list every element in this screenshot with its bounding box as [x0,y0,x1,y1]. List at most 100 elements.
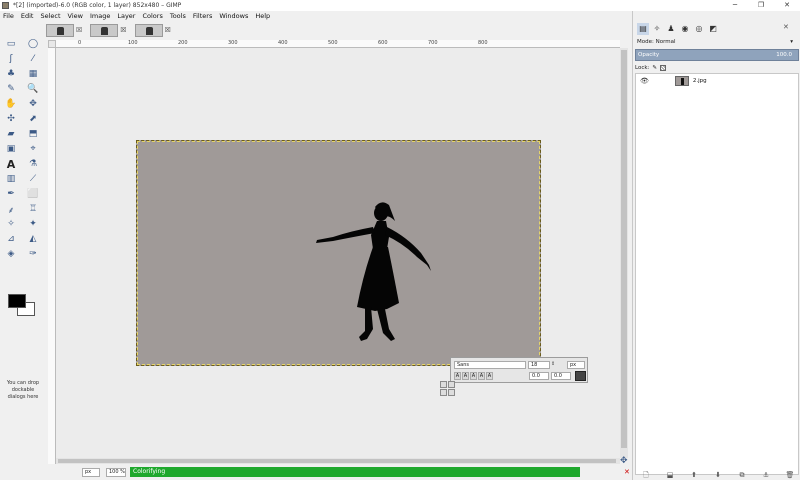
font-size-field[interactable]: 18 [528,361,550,369]
ruler-corner[interactable] [48,40,56,48]
flip-tool-icon[interactable]: ⌖ [26,143,40,155]
bold-button[interactable]: A [454,372,461,380]
vertical-scrollbar[interactable] [620,48,628,458]
move-tool-icon[interactable]: ✥ [26,98,40,110]
ruler-tick-label: 600 [378,40,388,46]
close-window-button[interactable]: ✕ [774,0,800,11]
image-tab-3[interactable] [134,23,163,37]
tool-options-tab-icon[interactable]: ✧ [651,23,663,35]
paths-tool-icon[interactable]: ✎ [4,83,18,95]
text-tool-icon[interactable]: A [4,158,18,171]
delete-layer-icon[interactable]: 🗑 [781,471,799,480]
raise-layer-icon[interactable]: ⬆ [685,471,703,480]
visibility-eye-icon[interactable]: 👁 [640,77,649,85]
horizontal-scrollbar[interactable] [56,458,620,464]
brushes-tab-icon[interactable]: ◉ [679,23,691,35]
channels-tab-icon[interactable]: ◩ [707,23,719,35]
duplicate-layer-icon[interactable]: ⧉ [733,471,751,480]
tab-close-icon[interactable]: ☒ [76,26,82,34]
image-tab-1[interactable] [46,23,74,37]
airbrush-tool-icon[interactable]: ⸙ [4,203,18,216]
rect-select-tool-icon[interactable]: ▭ [4,38,18,50]
measure-tool-icon[interactable]: ✋ [4,98,18,110]
layer-name[interactable]: 2.jpg [693,78,707,84]
paintbrush-tool-icon[interactable]: ✒ [4,188,18,200]
menu-edit[interactable]: Edit [21,12,34,20]
lock-alpha-icon[interactable] [660,64,667,71]
lower-layer-icon[interactable]: ⬇ [709,471,727,480]
vertical-ruler[interactable] [48,48,56,464]
italic-button[interactable]: A [462,372,469,380]
menu-windows[interactable]: Windows [219,12,248,20]
layers-dock: ▤ ✧ ♟ ◉ ◎ ◩ ✕ Mode: Normal ▾ Opacity 100… [632,11,800,480]
menu-filters[interactable]: Filters [193,12,212,20]
align-tool-icon[interactable]: ✣ [4,113,18,125]
image-tab-2[interactable] [90,23,119,37]
kerning-field[interactable]: 0.0 [551,372,571,380]
color-picker-tool-icon[interactable]: ✑ [26,248,40,260]
clone-tool-icon[interactable]: ✧ [4,218,18,230]
bucket-fill-tool-icon[interactable]: ⚗ [26,158,40,170]
menu-file[interactable]: File [3,12,14,20]
menu-help[interactable]: Help [255,12,270,20]
blur-tool-icon[interactable]: ⊿ [4,233,18,245]
gradient-tool-icon[interactable]: ▥ [4,173,18,185]
dodge-tool-icon[interactable]: ◈ [4,248,18,260]
menu-view[interactable]: View [68,12,83,20]
scissors-tool-icon[interactable]: ▦ [26,68,40,80]
size-spinner-icon[interactable]: ⇕ [551,361,565,369]
layer-row[interactable]: 👁 2.jpg [636,75,798,87]
tab-close-icon[interactable]: ☒ [165,26,171,34]
image-canvas[interactable] [136,140,541,366]
maximize-button[interactable]: ❐ [748,0,774,11]
horizontal-ruler[interactable]: 0 100 200 300 400 500 600 700 800 [56,40,620,48]
lock-pixels-icon[interactable]: ✎ [652,65,657,71]
close-dock-icon[interactable]: ✕ [783,23,789,31]
tab-close-icon[interactable]: ☒ [120,26,126,34]
navigate-icon[interactable]: ✥ [620,456,628,466]
scroll-thumb[interactable] [58,459,616,463]
eraser-tool-icon[interactable]: ⬜ [26,188,40,200]
fuzzy-select-tool-icon[interactable]: ⁄ [26,53,40,65]
layers-tab-icon[interactable]: ▤ [637,23,649,35]
underline-button[interactable]: A [470,372,477,380]
ellipse-select-tool-icon[interactable]: ◯ [26,38,40,50]
text-color-swatch[interactable] [575,371,586,381]
unit-select[interactable]: px [82,467,100,477]
scale-tool-icon[interactable]: ⬒ [26,128,40,140]
color-select-tool-icon[interactable]: ♣ [4,68,18,80]
menu-colors[interactable]: Colors [142,12,162,20]
strikethrough-button[interactable]: A [478,372,485,380]
new-layer-icon[interactable]: 🗋 [637,471,655,480]
baseline-field[interactable]: 0.0 [529,372,549,380]
font-unit-select[interactable]: px [567,361,585,369]
new-layer-group-icon[interactable]: ⬓ [661,471,679,480]
foreground-color-swatch[interactable] [8,294,26,308]
clear-style-button[interactable]: A [486,372,493,380]
crop-tool-icon[interactable]: ▰ [4,128,18,140]
text-box-handle[interactable] [440,381,456,401]
paths-tab-icon[interactable]: ♟ [665,23,677,35]
menu-image[interactable]: Image [90,12,110,20]
zoom-tool-icon[interactable]: 🔍 [26,83,40,95]
zoom-select[interactable]: 100 % [106,467,126,477]
opacity-slider[interactable]: Opacity 100.0 [635,49,799,61]
anchor-layer-icon[interactable]: ⚓ [757,471,775,480]
menu-select[interactable]: Select [40,12,60,20]
pencil-tool-icon[interactable]: ⟋ [26,173,40,185]
ink-tool-icon[interactable]: ♖ [26,203,40,215]
font-field[interactable]: Sans [454,361,526,369]
perspective-tool-icon[interactable]: ▣ [4,143,18,155]
heal-tool-icon[interactable]: ✦ [26,218,40,230]
layer-mode-select[interactable]: Mode: Normal ▾ [635,38,795,47]
fg-bg-color-selector[interactable] [8,294,38,320]
smudge-tool-icon[interactable]: ◭ [26,233,40,245]
menu-layer[interactable]: Layer [117,12,135,20]
menu-tools[interactable]: Tools [170,12,186,20]
free-select-tool-icon[interactable]: ʃ [4,53,18,65]
cancel-progress-button[interactable]: ✕ [624,468,630,476]
scroll-thumb[interactable] [621,50,627,448]
patterns-tab-icon[interactable]: ◎ [693,23,705,35]
minimize-button[interactable]: ─ [722,0,748,11]
rotate-tool-icon[interactable]: ⬈ [26,113,40,125]
